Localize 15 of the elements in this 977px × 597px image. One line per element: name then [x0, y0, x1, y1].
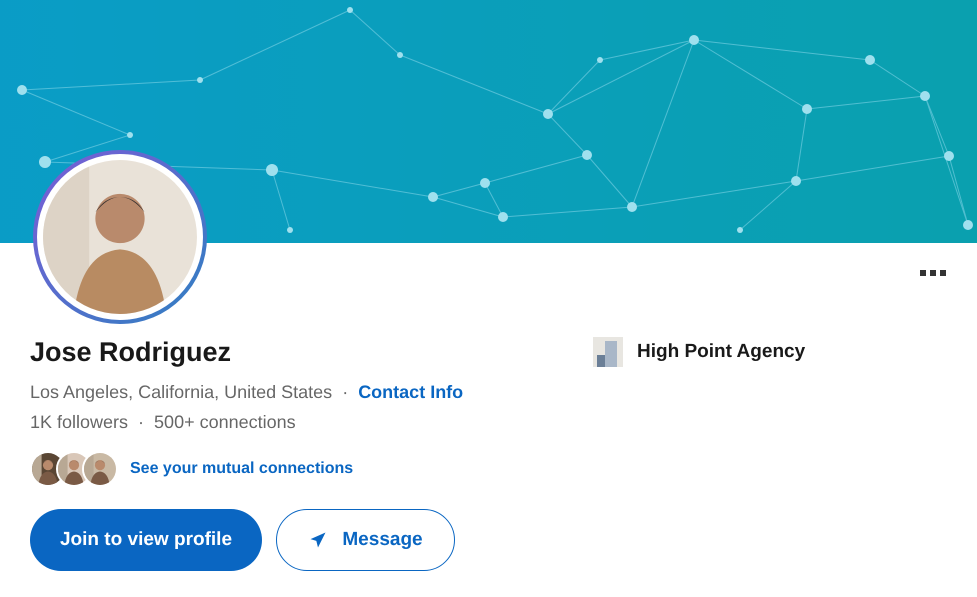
separator: · — [138, 411, 144, 434]
more-button[interactable] — [919, 267, 947, 279]
mutual-connections-link[interactable]: See your mutual connections — [130, 457, 354, 481]
profile-name: Jose Rodriguez — [30, 336, 232, 369]
connections-count: 500+ connections — [154, 411, 296, 434]
location-text: Los Angeles, California, United States — [30, 381, 332, 404]
followers-count: 1K followers — [30, 411, 128, 434]
send-icon — [308, 530, 328, 550]
company-name: High Point Agency — [637, 340, 806, 364]
more-icon — [920, 270, 946, 276]
message-button[interactable]: Message — [276, 509, 455, 571]
separator: · — [342, 381, 348, 404]
contact-info-link[interactable]: Contact Info — [358, 379, 464, 405]
join-button[interactable]: Join to view profile — [30, 509, 262, 571]
company-logo-icon — [593, 337, 623, 367]
